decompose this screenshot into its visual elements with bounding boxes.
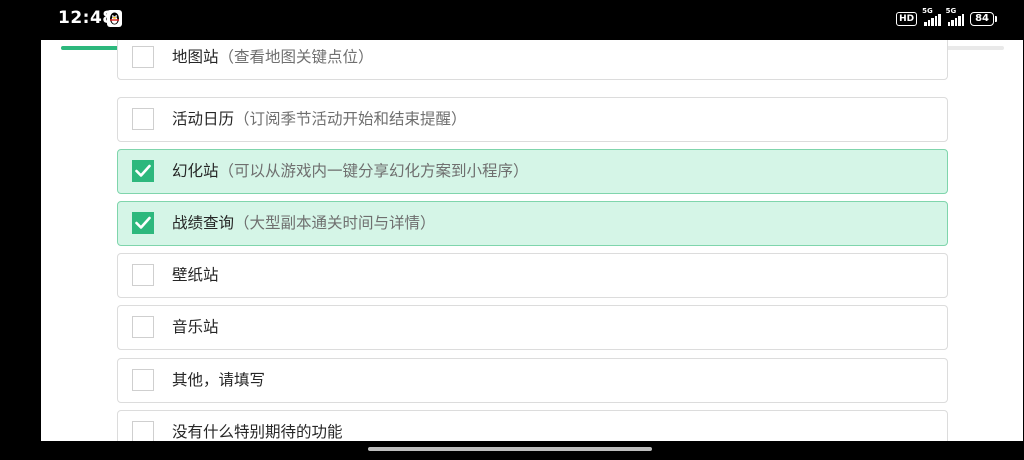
option-label: 音乐站: [172, 318, 219, 336]
status-bar: 12:48 HD 5G 5G 84: [0, 0, 1024, 40]
option-item[interactable]: 其他，请填写: [117, 358, 948, 403]
home-indicator[interactable]: [368, 447, 652, 451]
option-item[interactable]: 没有什么特别期待的功能: [117, 410, 948, 441]
checkmark-icon: [135, 164, 151, 177]
option-text: 其他，请填写: [172, 370, 265, 390]
option-text: 没有什么特别期待的功能: [172, 422, 343, 441]
option-checkbox[interactable]: [132, 108, 154, 130]
option-text: 战绩查询（大型副本通关时间与详情）: [172, 213, 436, 233]
option-item[interactable]: 战绩查询（大型副本通关时间与详情）: [117, 201, 948, 246]
option-item[interactable]: 音乐站: [117, 305, 948, 350]
option-text: 活动日历（订阅季节活动开始和结束提醒）: [172, 109, 467, 129]
option-checkbox[interactable]: [132, 369, 154, 391]
option-label: 战绩查询: [172, 214, 235, 232]
option-label: 活动日历: [172, 110, 235, 128]
option-text: 幻化站（可以从游戏内一键分享幻化方案到小程序）: [172, 161, 529, 181]
option-label: 壁纸站: [172, 266, 219, 284]
option-checkbox[interactable]: [132, 46, 154, 68]
battery-icon: 84: [970, 12, 997, 26]
option-checkbox[interactable]: [132, 264, 154, 286]
option-checkbox[interactable]: [132, 421, 154, 441]
option-note: （可以从游戏内一键分享幻化方案到小程序）: [218, 162, 529, 180]
option-label: 没有什么特别期待的功能: [172, 423, 343, 441]
system-icons: HD 5G 5G 84: [896, 7, 997, 28]
signal-icon-sim2: 5G: [946, 7, 965, 26]
option-checkbox[interactable]: [132, 160, 154, 182]
option-item[interactable]: 地图站（查看地图关键点位）: [117, 40, 948, 80]
signal-icon-sim1: 5G: [922, 7, 941, 26]
option-label: 地图站: [172, 48, 219, 66]
navigation-bar: [0, 441, 1024, 460]
qq-penguin-icon: [107, 10, 122, 27]
checkmark-icon: [135, 216, 151, 229]
option-text: 地图站（查看地图关键点位）: [172, 47, 374, 67]
option-item[interactable]: 壁纸站: [117, 253, 948, 298]
survey-page: 地图站（查看地图关键点位） 活动日历（订阅季节活动开始和结束提醒） 幻化站（可以从游…: [41, 40, 1023, 441]
option-item[interactable]: 幻化站（可以从游戏内一键分享幻化方案到小程序）: [117, 149, 948, 194]
option-checkbox[interactable]: [132, 316, 154, 338]
option-item[interactable]: 活动日历（订阅季节活动开始和结束提醒）: [117, 97, 948, 142]
option-checkbox[interactable]: [132, 212, 154, 234]
option-label: 幻化站: [172, 162, 219, 180]
option-text: 音乐站: [172, 317, 219, 337]
option-note: （大型副本通关时间与详情）: [234, 214, 436, 232]
option-note: （查看地图关键点位）: [218, 48, 374, 66]
option-note: （订阅季节活动开始和结束提醒）: [234, 110, 467, 128]
option-label: 其他，请填写: [172, 371, 266, 389]
hd-voice-icon: HD: [896, 12, 918, 26]
option-text: 壁纸站: [172, 265, 219, 285]
